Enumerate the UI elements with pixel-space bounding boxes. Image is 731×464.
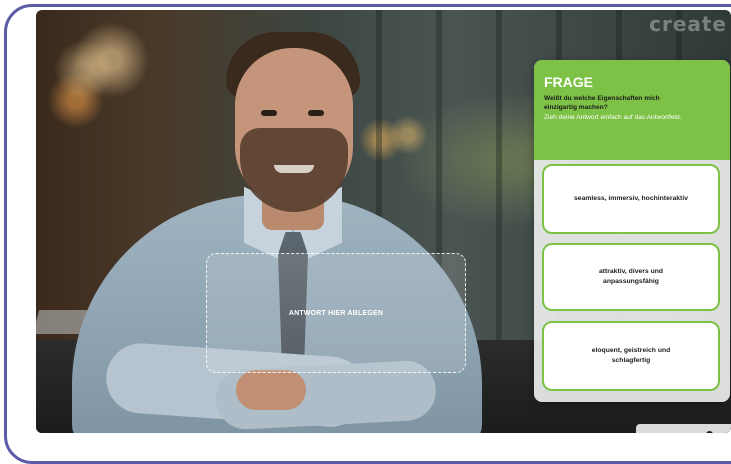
scene-background: create ANTWORT HIER ABLEGEN FRAGE Weißt … — [36, 10, 731, 433]
smile — [274, 165, 314, 173]
volume-icon[interactable]: ◀· — [694, 431, 703, 434]
question-text: Weißt du welche Eigenschaften mich einzi… — [544, 95, 660, 111]
eye-right — [308, 110, 324, 116]
watermark-logo: create — [649, 12, 727, 36]
answer-drop-zone[interactable]: ANTWORT HIER ABLEGEN — [206, 253, 466, 373]
answer-option-1[interactable]: seamless, immersiv, hochinteraktiv — [542, 164, 720, 234]
answer-option-2[interactable]: attraktiv, divers und anpassungsfähig — [542, 243, 720, 311]
question-instruction: Zieh deine Antwort einfach auf das Antwo… — [544, 114, 682, 121]
play-icon[interactable]: ▶ — [682, 431, 688, 434]
question-title: FRAGE — [544, 74, 593, 90]
volume-knob[interactable] — [705, 431, 713, 433]
answer-option-3[interactable]: eloquent, geistreich und schlagfertig — [542, 321, 720, 391]
eye-left — [261, 110, 277, 116]
media-controls: ▶ ◀· — [636, 424, 731, 433]
question-panel: FRAGE Weißt du welche Eigenschaften mich… — [534, 60, 730, 402]
question-header: FRAGE Weißt du welche Eigenschaften mich… — [534, 60, 730, 160]
drop-zone-label: ANTWORT HIER ABLEGEN — [288, 309, 384, 317]
hand — [236, 370, 306, 410]
